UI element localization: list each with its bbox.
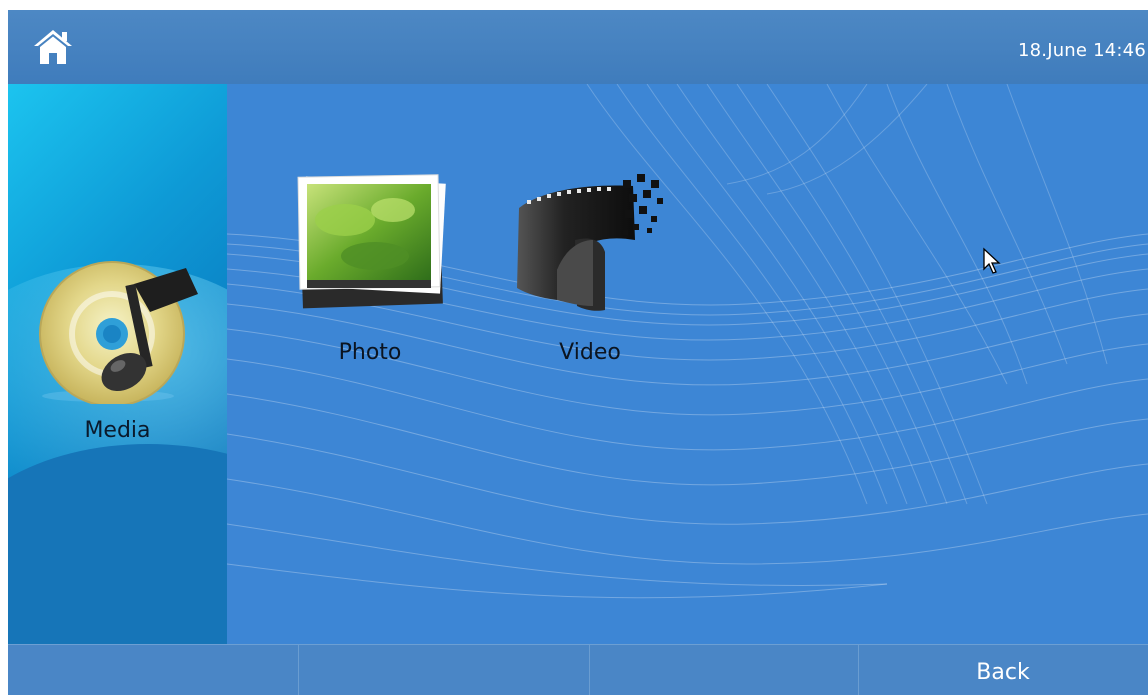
photo-tile[interactable]: Photo: [285, 170, 455, 370]
music-disc-icon: [39, 261, 198, 407]
bottom-slot-3: [590, 645, 859, 695]
datetime-display: 18.June 14:46: [1017, 40, 1146, 61]
photo-stack-icon: [297, 174, 446, 309]
media-category-label: Media: [84, 418, 151, 443]
video-label: Video: [559, 340, 621, 365]
bottom-slot-2: [299, 645, 590, 695]
main-content: Photo Video: [227, 84, 1148, 644]
bottom-slot-1: [8, 645, 299, 695]
home-button[interactable]: [32, 26, 74, 68]
device-screen: 18.June 14:46 Media Photo Video Back: [8, 10, 1148, 695]
bottom-bar: Back: [8, 644, 1148, 695]
video-tile[interactable]: Video: [505, 170, 675, 370]
film-reel-icon: [517, 174, 663, 311]
back-button[interactable]: Back: [858, 645, 1148, 695]
category-panel: Media: [8, 84, 227, 644]
photo-label: Photo: [338, 340, 402, 365]
mouse-pointer-icon: [983, 247, 1001, 274]
top-bar: 18.June 14:46: [8, 10, 1148, 85]
home-icon: [34, 30, 72, 64]
media-category-button[interactable]: [38, 254, 198, 407]
